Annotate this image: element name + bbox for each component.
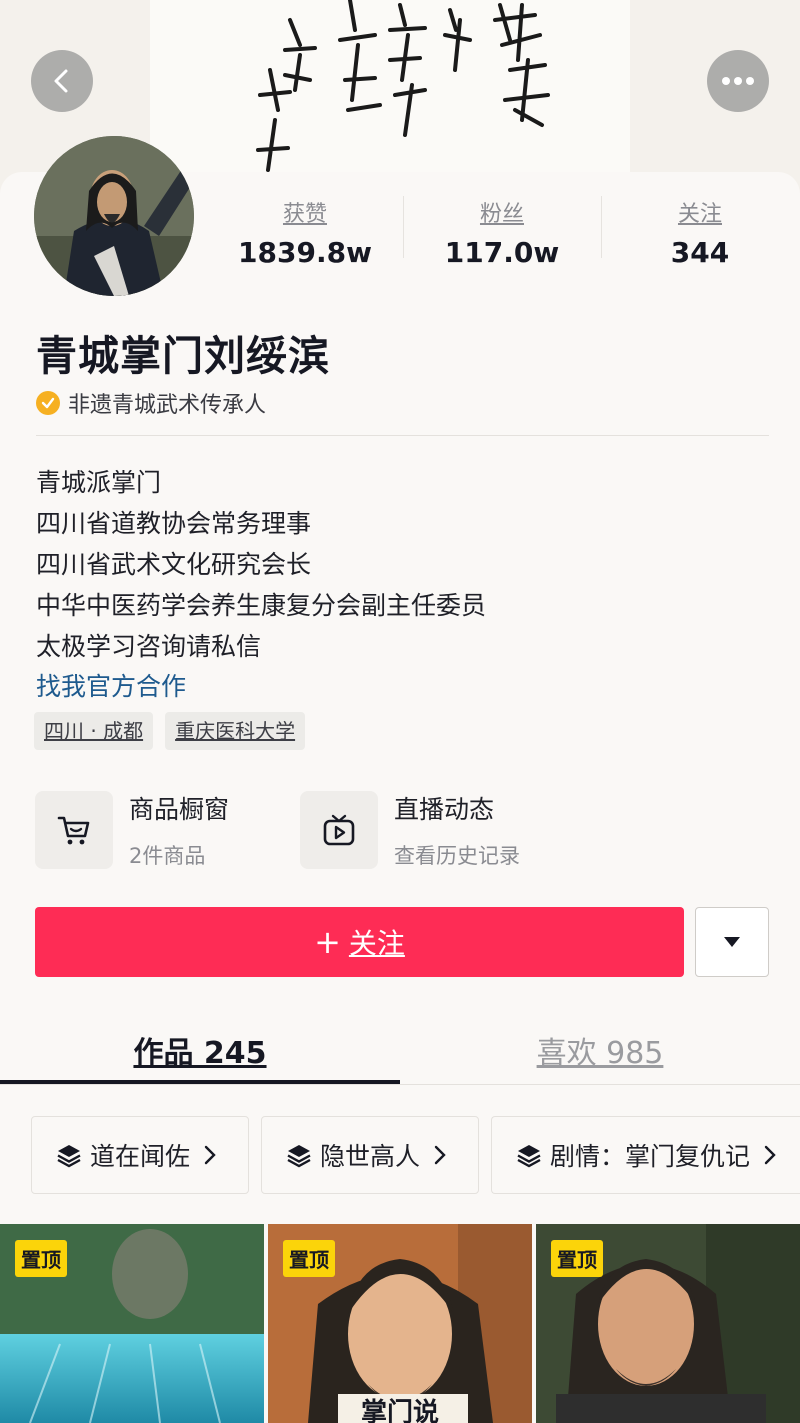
verified-check-icon — [36, 391, 60, 415]
stat-likes-label: 获赞 — [282, 202, 327, 227]
video-thumbnail[interactable]: 掌门说 置顶 — [268, 1224, 532, 1423]
chevron-right-icon — [764, 1145, 776, 1165]
pinned-badge: 置顶 — [283, 1240, 335, 1277]
back-button[interactable] — [31, 50, 93, 112]
shop-window-subtitle: 2件商品 — [129, 844, 206, 868]
collection-label: 道在闻佐 — [90, 1142, 191, 1171]
shop-window-title: 商品橱窗 — [129, 795, 230, 824]
follow-dropdown-button[interactable] — [695, 907, 769, 977]
avatar-image — [34, 136, 194, 296]
triangle-down-icon — [724, 937, 740, 947]
stat-followers-value: 117.0w — [444, 236, 560, 269]
tab-likes[interactable]: 喜欢 985 — [400, 1028, 800, 1072]
more-dots-icon — [722, 77, 754, 85]
tv-icon — [300, 791, 378, 869]
video-overlay-text: 掌门说 — [361, 1398, 439, 1423]
bio-line: 中华中医药学会养生康复分会副主任委员 — [36, 591, 487, 620]
layers-icon — [286, 1142, 312, 1168]
stat-followers[interactable]: 粉丝 117.0w — [402, 196, 602, 269]
verification-row: 非遗青城武术传承人 — [36, 387, 266, 419]
avatar[interactable] — [34, 136, 194, 296]
calligraphy-strokes — [256, 0, 550, 172]
live-updates-subtitle: 查看历史记录 — [394, 844, 520, 868]
follow-button-label: 关注 — [348, 927, 405, 960]
collection-chip[interactable]: 道在闻佐 — [31, 1116, 249, 1194]
collection-label: 剧情：掌门复仇记 — [550, 1142, 751, 1171]
tab-works-label: 作品 245 — [133, 1036, 267, 1071]
collection-label: 隐世高人 — [320, 1142, 421, 1171]
stat-followers-label: 粉丝 — [479, 202, 524, 227]
video-thumbnail[interactable]: 置顶 — [536, 1224, 800, 1423]
calligraphy-image — [150, 0, 630, 175]
chevron-left-icon — [54, 69, 68, 93]
tab-likes-label: 喜欢 985 — [536, 1036, 664, 1071]
stat-following-value: 344 — [670, 236, 730, 269]
bio-line: 四川省武术文化研究会长 — [36, 550, 312, 579]
chevron-right-icon — [434, 1145, 446, 1165]
layers-icon — [516, 1142, 542, 1168]
follow-button[interactable]: + 关注 — [35, 907, 684, 977]
cart-icon — [35, 791, 113, 869]
bio: 青城派掌门 四川省道教协会常务理事 四川省武术文化研究会长 中华中医药学会养生康… — [36, 462, 486, 667]
school-tag[interactable]: 重庆医科大学 — [165, 712, 306, 750]
bio-line: 青城派掌门 — [36, 468, 162, 497]
live-updates-entry[interactable]: 直播动态 查看历史记录 — [300, 790, 520, 870]
pinned-badge: 置顶 — [551, 1240, 603, 1277]
divider — [36, 435, 769, 436]
stat-following[interactable]: 关注 344 — [600, 196, 800, 269]
collection-chip[interactable]: 剧情：掌门复仇记 — [491, 1116, 800, 1194]
bio-line: 四川省道教协会常务理事 — [36, 509, 312, 538]
location-tag[interactable]: 四川 · 成都 — [34, 712, 154, 750]
shop-window-entry[interactable]: 商品橱窗 2件商品 — [35, 790, 229, 870]
collection-chip[interactable]: 隐世高人 — [261, 1116, 479, 1194]
chevron-right-icon — [204, 1145, 216, 1165]
profile-tags: 四川 · 成都 重庆医科大学 — [34, 712, 317, 750]
stat-following-label: 关注 — [677, 202, 722, 227]
pinned-badge: 置顶 — [15, 1240, 67, 1277]
tab-works[interactable]: 作品 245 — [0, 1028, 400, 1072]
cooperation-link[interactable]: 找我官方合作 — [36, 667, 186, 703]
profile-name: 青城掌门刘绥滨 — [36, 332, 330, 380]
live-updates-title: 直播动态 — [394, 795, 495, 824]
active-tab-indicator — [0, 1080, 400, 1084]
more-options-button[interactable] — [707, 50, 769, 112]
layers-icon — [56, 1142, 82, 1168]
stat-likes-value: 1839.8w — [238, 236, 372, 269]
plus-icon: + — [314, 923, 341, 961]
video-thumbnail[interactable]: 置顶 — [0, 1224, 264, 1423]
tabs-border — [0, 1084, 800, 1085]
stat-likes[interactable]: 获赞 1839.8w — [205, 196, 405, 269]
verification-text: 非遗青城武术传承人 — [68, 393, 267, 418]
bio-line: 太极学习咨询请私信 — [36, 632, 262, 661]
